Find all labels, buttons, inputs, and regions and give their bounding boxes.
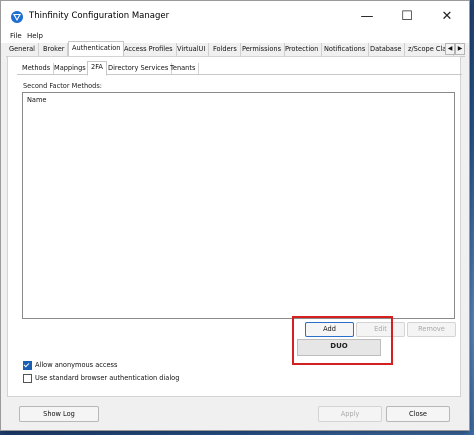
standard-auth-dialog-checkbox[interactable] <box>23 373 32 383</box>
thinfinity-logo-icon <box>11 11 23 23</box>
remove-button[interactable]: Remove <box>407 322 456 337</box>
chevron-right-icon: ▶ <box>457 45 463 52</box>
auth-subtabs: Methods Mappings 2FA Directory Services … <box>17 61 462 76</box>
menu-file[interactable]: File <box>10 32 22 40</box>
close-window-button[interactable]: ✕ <box>427 1 467 32</box>
standard-auth-dialog-label: Use standard browser authentication dial… <box>35 374 180 382</box>
allow-anonymous-checkbox[interactable] <box>23 360 32 370</box>
subtab-methods[interactable]: Methods <box>19 63 55 74</box>
close-icon: ✕ <box>441 9 453 24</box>
standard-auth-dialog-row[interactable]: Use standard browser authentication dial… <box>23 373 179 383</box>
menu-help[interactable]: Help <box>27 32 43 40</box>
tab-broker[interactable]: Broker <box>40 43 69 56</box>
subtab-directory-services[interactable]: Directory Services <box>105 63 173 74</box>
maximize-icon: ☐ <box>401 9 413 24</box>
subtab-tenants[interactable]: Tenants <box>167 63 200 74</box>
show-log-button[interactable]: Show Log <box>19 406 99 422</box>
tab-virtualui[interactable]: VirtualUI <box>174 43 210 56</box>
tab-access-profiles[interactable]: Access Profiles <box>121 43 177 56</box>
title-bar[interactable]: Thinfinity Configuration Manager — ☐ ✕ <box>1 1 469 32</box>
column-header-name[interactable]: Name <box>27 96 46 104</box>
second-factor-label: Second Factor Methods: <box>23 82 103 90</box>
tab-scroll-left-button[interactable]: ◀ <box>445 43 455 55</box>
allow-anonymous-label: Allow anonymous access <box>35 361 118 369</box>
tab-notifications[interactable]: Notifications <box>321 43 370 56</box>
apply-button[interactable]: Apply <box>318 406 382 422</box>
tab-permissions[interactable]: Permissions <box>239 43 285 56</box>
tab-protection[interactable]: Protection <box>282 43 323 56</box>
tab-scroll-right-button[interactable]: ▶ <box>455 43 465 55</box>
subtab-2fa[interactable]: 2FA <box>87 61 107 76</box>
main-tabs: General Broker Authentication Access Pro… <box>6 41 465 58</box>
window-title: Thinfinity Configuration Manager <box>29 11 170 21</box>
minimize-icon: — <box>360 9 374 24</box>
subtab-mappings[interactable]: Mappings <box>51 63 90 74</box>
tab-database[interactable]: Database <box>367 43 406 56</box>
second-factor-list[interactable]: Name <box>22 92 455 319</box>
highlight-annotation <box>292 316 393 365</box>
maximize-button[interactable]: ☐ <box>387 1 427 32</box>
chevron-left-icon: ◀ <box>447 45 453 52</box>
tab-general[interactable]: General <box>6 43 39 56</box>
tab-folders[interactable]: Folders <box>210 43 241 56</box>
close-button[interactable]: Close <box>386 406 450 422</box>
allow-anonymous-row[interactable]: Allow anonymous access <box>23 360 117 370</box>
minimize-button[interactable]: — <box>347 1 387 32</box>
